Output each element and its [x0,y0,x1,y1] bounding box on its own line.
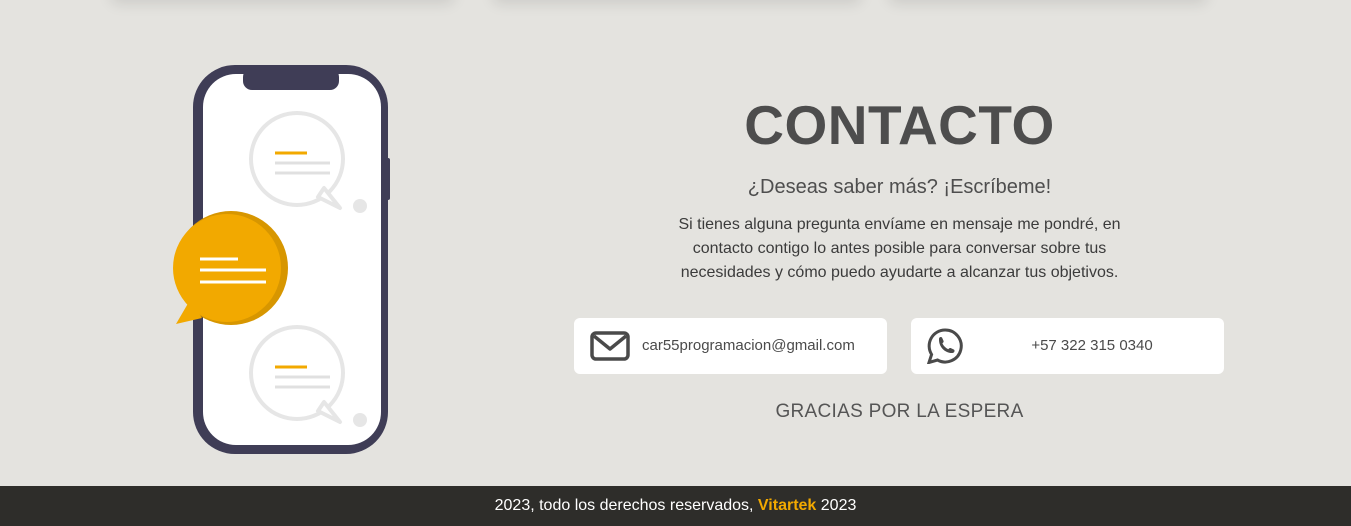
contact-title: CONTACTO [744,94,1055,156]
phone-chat-svg [173,65,390,454]
dot [353,413,367,427]
footer: 2023, todo los derechos reservados, Vita… [0,486,1351,526]
phone-side-button [385,158,390,200]
footer-brand-link[interactable]: Vitartek [758,497,816,514]
mail-icon [589,328,631,364]
phone-chat-illustration [170,62,395,458]
phone-notch [243,68,339,90]
email-address[interactable]: car55programacion@gmail.com [642,336,855,356]
dot [353,199,367,213]
thanks-message: GRACIAS POR LA ESPERA [775,401,1024,422]
email-card[interactable]: car55programacion@gmail.com [574,318,887,374]
contact-subtitle: ¿Deseas saber más? ¡Escríbeme! [747,176,1052,198]
phone-number[interactable]: +57 322 315 0340 [911,336,1273,356]
footer-text: 2023, todo los derechos reservados, [494,497,754,514]
contact-description: Si tienes alguna pregunta envíame en men… [678,216,1121,281]
chat-bubble-accent [173,211,288,325]
whatsapp-card[interactable]: +57 322 315 0340 [911,318,1224,374]
footer-year: 2023 [820,497,857,514]
previous-section-edge [0,0,1351,12]
